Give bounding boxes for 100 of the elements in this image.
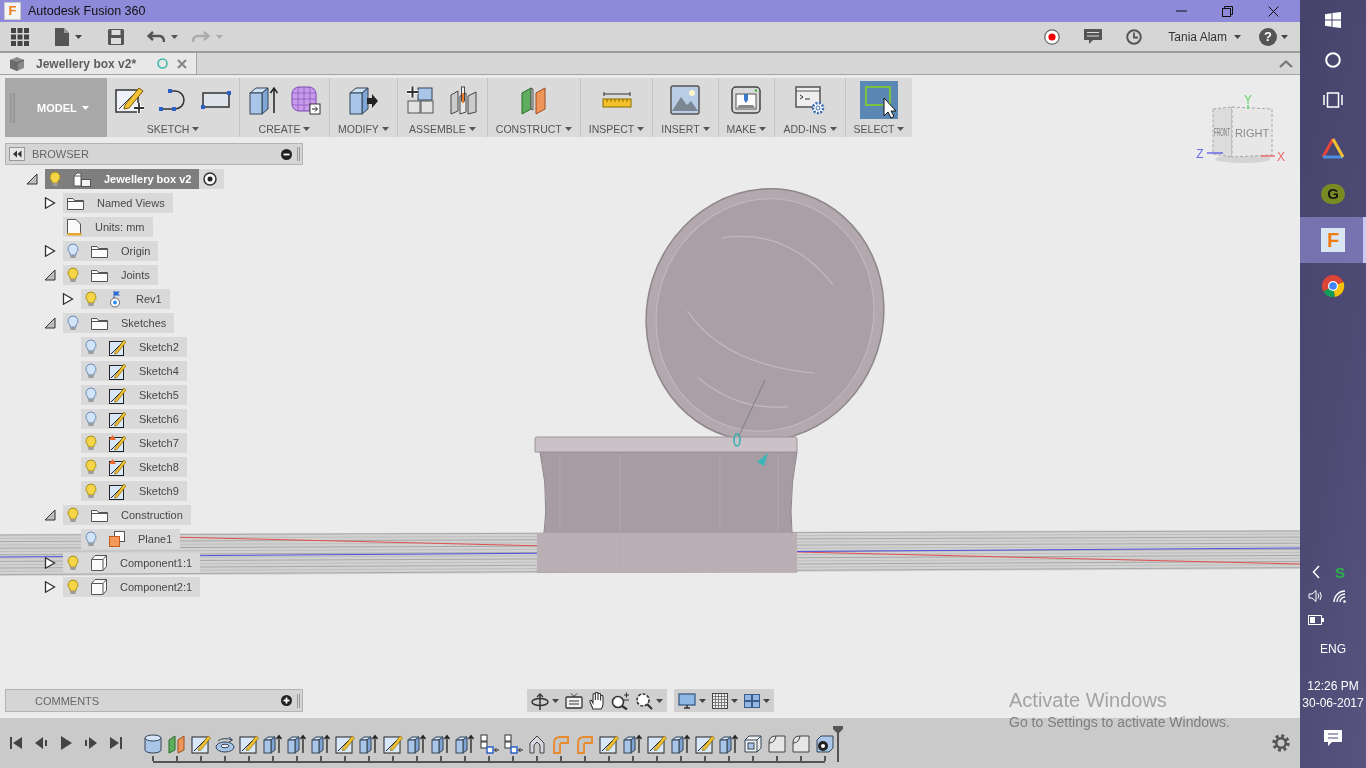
shell-box-icon[interactable]: [743, 733, 763, 754]
windows-logo-icon[interactable]: [1325, 12, 1341, 28]
joint-icon[interactable]: [448, 85, 479, 115]
tree-item[interactable]: Sketch5: [81, 385, 187, 405]
sketch-pencil-icon[interactable]: [115, 86, 145, 114]
tree-item[interactable]: Units: mm: [63, 217, 153, 237]
tree-item[interactable]: Rev1: [81, 289, 170, 309]
undo-icon[interactable]: [147, 30, 165, 43]
caret-icon[interactable]: [656, 698, 663, 703]
tree-toggle-icon[interactable]: [44, 581, 56, 593]
orbit-icon[interactable]: [531, 691, 549, 710]
double-chevron-left-icon[interactable]: [9, 147, 25, 161]
caret-icon[interactable]: [381, 127, 389, 131]
playhead-marker[interactable]: [833, 726, 843, 762]
extrude-icon[interactable]: [455, 733, 475, 754]
move-squares-icon[interactable]: [503, 733, 523, 754]
plus-circle-icon[interactable]: [281, 695, 292, 706]
grid-icon[interactable]: [11, 27, 29, 46]
extrude-icon[interactable]: [407, 733, 427, 754]
skip-to-start-icon[interactable]: [9, 736, 23, 750]
extrude-icon[interactable]: [263, 733, 283, 754]
caret-icon[interactable]: [192, 127, 200, 131]
ribbon-menu-button[interactable]: ADD-INS: [783, 123, 837, 135]
tree-item[interactable]: Sketches: [63, 313, 175, 333]
extrude-icon[interactable]: [671, 733, 691, 754]
tree-toggle-icon[interactable]: [44, 509, 56, 521]
tree-item[interactable]: Named Views: [63, 193, 173, 213]
tree-toggle-icon[interactable]: [26, 173, 38, 185]
extrude-box-icon[interactable]: [248, 85, 278, 115]
caret-icon[interactable]: [759, 127, 767, 131]
caret-icon[interactable]: [468, 127, 476, 131]
tree-item[interactable]: Plane1: [81, 529, 181, 549]
clock-time[interactable]: 12:26 PM: [1307, 678, 1359, 695]
grid-display-icon[interactable]: [712, 692, 728, 709]
user-menu[interactable]: Tania Alam: [1168, 29, 1241, 44]
caret-icon[interactable]: [637, 127, 645, 131]
sketch-icon[interactable]: [383, 733, 403, 754]
chevron-up-icon[interactable]: [1279, 59, 1293, 68]
arc-line-icon[interactable]: [158, 88, 188, 112]
look-at-icon[interactable]: [565, 692, 583, 709]
clock-date[interactable]: 30-06-2017: [1302, 695, 1364, 712]
caret-icon[interactable]: [552, 698, 559, 703]
caret-icon[interactable]: [702, 127, 710, 131]
extrude-icon[interactable]: [287, 733, 307, 754]
caret-icon[interactable]: [171, 34, 178, 39]
cylinder-icon[interactable]: [143, 733, 163, 754]
tree-item[interactable]: Joints: [63, 265, 158, 285]
planes-icon[interactable]: [518, 85, 549, 115]
close-icon[interactable]: [1267, 5, 1279, 17]
wifi-icon[interactable]: [1332, 589, 1348, 603]
joint-box-icon[interactable]: [815, 733, 835, 754]
box-arrow-icon[interactable]: [348, 85, 379, 115]
tree-item[interactable]: Sketch8: [81, 457, 187, 477]
settings-icon[interactable]: [1272, 734, 1290, 752]
minimize-icon[interactable]: [1175, 10, 1187, 12]
step-forward-icon[interactable]: [84, 736, 98, 750]
tree-item[interactable]: Origin: [63, 241, 159, 261]
terminal-gear-icon[interactable]: [794, 85, 825, 115]
caret-icon[interactable]: [763, 698, 770, 703]
ribbon-menu-button[interactable]: SKETCH: [146, 123, 200, 135]
ribbon-menu-button[interactable]: MODIFY: [338, 123, 389, 135]
record-icon[interactable]: [1044, 28, 1061, 45]
ribbon-menu-button[interactable]: INSPECT: [588, 123, 645, 135]
caret-icon[interactable]: [1234, 34, 1241, 39]
extrude-icon[interactable]: [359, 733, 379, 754]
tree-toggle-icon[interactable]: [44, 197, 56, 209]
save-icon[interactable]: [108, 28, 124, 45]
tree-item[interactable]: Sketch4: [81, 361, 187, 381]
grip-icon[interactable]: [297, 147, 300, 161]
speaker-icon[interactable]: [1308, 589, 1324, 603]
sketch-icon[interactable]: [599, 733, 619, 754]
tree-toggle-icon[interactable]: [62, 293, 74, 305]
restore-icon[interactable]: [1221, 5, 1233, 17]
zoom-fit-icon[interactable]: [635, 691, 653, 710]
ribbon-menu-button[interactable]: MAKE: [726, 123, 767, 135]
sketch-icon[interactable]: [335, 733, 355, 754]
play-icon[interactable]: [59, 736, 73, 750]
ribbon-menu-button[interactable]: CONSTRUCT: [495, 123, 572, 135]
file-icon[interactable]: [55, 27, 69, 46]
picture-icon[interactable]: [670, 85, 701, 115]
tree-item[interactable]: Jewellery box v2: [45, 169, 200, 189]
tree-toggle-icon[interactable]: [44, 245, 56, 257]
mesh-box-icon[interactable]: [291, 85, 321, 115]
minus-circle-icon[interactable]: [281, 148, 292, 160]
tree-item[interactable]: Construction: [63, 505, 191, 525]
step-back-icon[interactable]: [34, 736, 48, 750]
caret-icon[interactable]: [731, 698, 738, 703]
close-icon[interactable]: [177, 58, 187, 69]
viewports-icon[interactable]: [744, 693, 760, 708]
selection-cursor-icon[interactable]: [859, 81, 898, 119]
caret-icon[interactable]: [897, 127, 905, 131]
tree-item[interactable]: Component1:1: [63, 553, 201, 573]
ribbon-menu-button[interactable]: ASSEMBLE: [409, 123, 476, 135]
zoom-icon[interactable]: [611, 691, 629, 710]
sketch-icon[interactable]: [647, 733, 667, 754]
caret-icon[interactable]: [303, 127, 311, 131]
tree-item[interactable]: Sketch6: [81, 409, 187, 429]
caret-icon[interactable]: [564, 127, 572, 131]
radio-button-icon[interactable]: [199, 169, 225, 189]
caret-icon[interactable]: [75, 34, 82, 39]
